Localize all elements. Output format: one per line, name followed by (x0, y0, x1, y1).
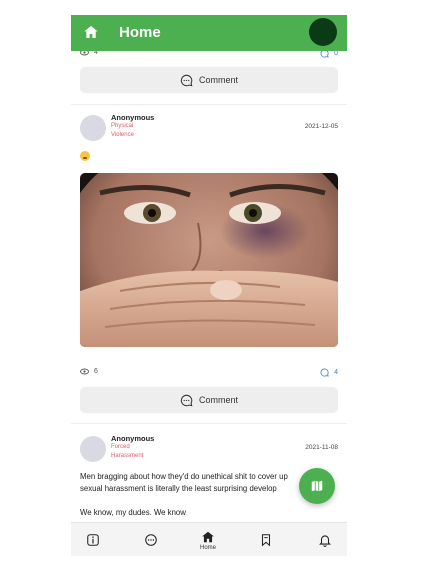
chat-bubble-icon (180, 394, 193, 406)
bruised-face-photo (80, 173, 338, 347)
nav-item-notifications[interactable] (305, 523, 345, 556)
bookmark-icon (261, 533, 271, 546)
post-category[interactable]: Forced (111, 444, 130, 450)
eye-icon (80, 51, 89, 56)
post-divider (71, 104, 347, 105)
post-header: Anonymous Physical Violence 2021-12-05 (80, 113, 338, 145)
author-avatar (80, 115, 106, 141)
post-category[interactable]: Harassment (111, 453, 143, 459)
map-icon (311, 480, 323, 492)
home-icon[interactable] (83, 24, 99, 40)
chat-bubble-icon (180, 74, 193, 86)
user-avatar[interactable] (309, 18, 337, 46)
nav-label-home: Home (199, 544, 216, 551)
post-stats: 4 0 (80, 51, 338, 61)
post-date: 2021-11-08 (305, 444, 338, 451)
comment-count: 4 (334, 369, 338, 376)
post-date: 2021-12-05 (304, 123, 338, 130)
chat-icon (145, 533, 157, 546)
post-category[interactable]: Physical (111, 123, 133, 129)
comment-button-label: Comment (198, 395, 238, 405)
comment-button[interactable]: Comment (80, 387, 338, 413)
author-name: Anonymous (111, 113, 155, 122)
bell-icon (319, 534, 331, 547)
info-icon (87, 533, 99, 546)
comment-count: 0 (334, 51, 338, 57)
comment-button-label: Comment (198, 75, 238, 85)
post-feed[interactable]: 4 0 Comment Anonymous Physical Violence … (71, 51, 347, 532)
eye-icon (80, 368, 89, 375)
nav-item-home[interactable]: Home (188, 523, 228, 556)
comment-count-icon (320, 51, 329, 58)
post-stats: 6 4 (80, 368, 338, 380)
post-header: Anonymous Forced Harassment 2021-11-08 (80, 434, 338, 466)
post-divider (71, 423, 347, 424)
post-image[interactable] (80, 173, 338, 347)
nav-item-info[interactable] (73, 523, 113, 556)
comment-count-icon (320, 368, 329, 377)
map-fab-button[interactable] (299, 468, 335, 504)
view-count: 6 (94, 368, 98, 375)
nav-item-chat[interactable] (131, 523, 171, 556)
app-screen: Home 4 0 Comment Anonymous Physical Viol… (71, 15, 347, 556)
home-icon (202, 531, 214, 542)
author-avatar (80, 436, 106, 462)
bottom-nav: Home (71, 522, 347, 556)
nav-item-bookmarks[interactable] (246, 523, 286, 556)
comment-button[interactable]: Comment (80, 67, 338, 93)
sad-face-emoji (80, 151, 90, 161)
app-bar: Home (71, 15, 347, 51)
post-text-line: We know, my dudes. We know (80, 508, 186, 517)
post-body: Men bragging about how they'd do unethic… (80, 471, 338, 519)
author-name: Anonymous (111, 434, 155, 443)
view-count: 4 (94, 51, 98, 56)
page-title: Home (119, 24, 161, 41)
post-category[interactable]: Violence (111, 132, 134, 138)
